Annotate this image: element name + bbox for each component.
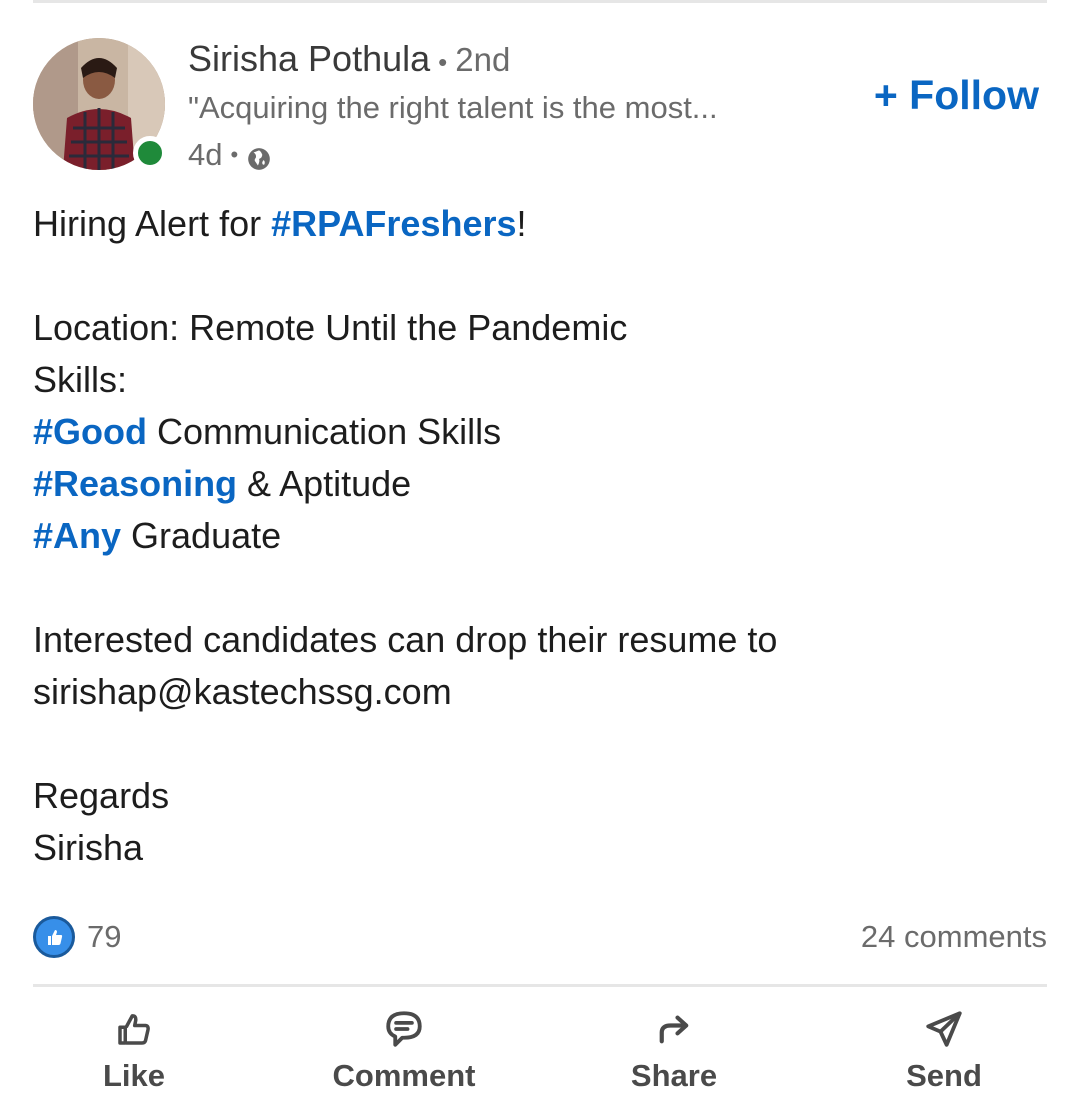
post-text: Location: Remote Until the Pandemic (33, 307, 628, 348)
like-label: Like (102, 1058, 166, 1093)
post-body-line: Interested candidates can drop their res… (33, 614, 1047, 666)
like-button[interactable]: Like (0, 996, 268, 1106)
author-name[interactable]: Sirisha Pothula (188, 38, 430, 80)
post-body: Hiring Alert for #RPAFreshers! Location: … (33, 198, 1047, 874)
globe-icon (246, 144, 272, 170)
post-text: Communication Skills (147, 411, 502, 452)
hashtag-link[interactable]: #Any (33, 515, 121, 556)
post-text: Graduate (121, 515, 282, 556)
post-body-line: Regards (33, 770, 1047, 822)
post-body-line: Hiring Alert for #RPAFreshers! (33, 198, 1047, 250)
hashtag-link[interactable]: #Reasoning (33, 463, 237, 504)
reactions-summary[interactable]: 79 (33, 916, 121, 958)
post-body-line: #Good Communication Skills (33, 406, 1047, 458)
degree-separator: • (438, 47, 448, 77)
post-time: 4d (188, 137, 223, 172)
post-text: & Aptitude (237, 463, 412, 504)
thumbs-up-icon (118, 1014, 150, 1045)
post-meta: 4d • (188, 137, 272, 172)
post-text: ! (516, 203, 527, 244)
author-name-row: Sirisha Pothula • 2nd (188, 38, 510, 80)
comments-count[interactable]: 24 comments (861, 919, 1047, 955)
follow-button[interactable]: + Follow (874, 72, 1039, 119)
post-text: Regards (33, 775, 170, 816)
post-text: Hiring Alert for (33, 203, 272, 244)
post-text: sirishap@kastechssg.com (33, 671, 452, 712)
actions-divider (33, 984, 1047, 987)
post-text: Sirisha (33, 827, 144, 868)
like-reaction-icon (33, 916, 75, 958)
author-avatar[interactable] (33, 38, 167, 170)
comment-button[interactable]: Comment (268, 996, 540, 1106)
author-headline: "Acquiring the right talent is the most.… (188, 90, 718, 125)
post-body-line: #Any Graduate (33, 510, 1047, 562)
post-text: Interested candidates can drop their res… (33, 619, 778, 660)
share-arrow-icon (659, 1015, 689, 1044)
meta-separator: • (230, 142, 239, 167)
post-body-line: Location: Remote Until the Pandemic (33, 302, 1047, 354)
online-status-dot (133, 136, 167, 170)
post-body-line: Skills: (33, 354, 1047, 406)
send-label: Send (906, 1058, 982, 1093)
share-button[interactable]: Share (540, 996, 808, 1106)
post-text: Skills: (33, 359, 128, 400)
comment-icon (386, 1011, 422, 1047)
reactions-count: 79 (87, 919, 122, 954)
post-body-line: #Reasoning & Aptitude (33, 458, 1047, 510)
send-button[interactable]: Send (808, 996, 1080, 1106)
share-label: Share (630, 1058, 718, 1093)
action-bar: Like Comment Share Send (0, 996, 1080, 1106)
post-header: Sirisha Pothula • 2nd "Acquiring the rig… (33, 38, 1047, 178)
comment-label: Comment (332, 1058, 476, 1093)
connection-degree: 2nd (455, 41, 511, 78)
top-divider (33, 0, 1047, 3)
post-body-line: sirishap@kastechssg.com (33, 666, 1047, 718)
social-counts: 79 24 comments (33, 912, 1047, 962)
hashtag-link[interactable]: #RPAFreshers (271, 203, 516, 244)
hashtag-link[interactable]: #Good (33, 411, 147, 452)
post-body-line: Sirisha (33, 822, 1047, 874)
send-icon (926, 1011, 962, 1047)
